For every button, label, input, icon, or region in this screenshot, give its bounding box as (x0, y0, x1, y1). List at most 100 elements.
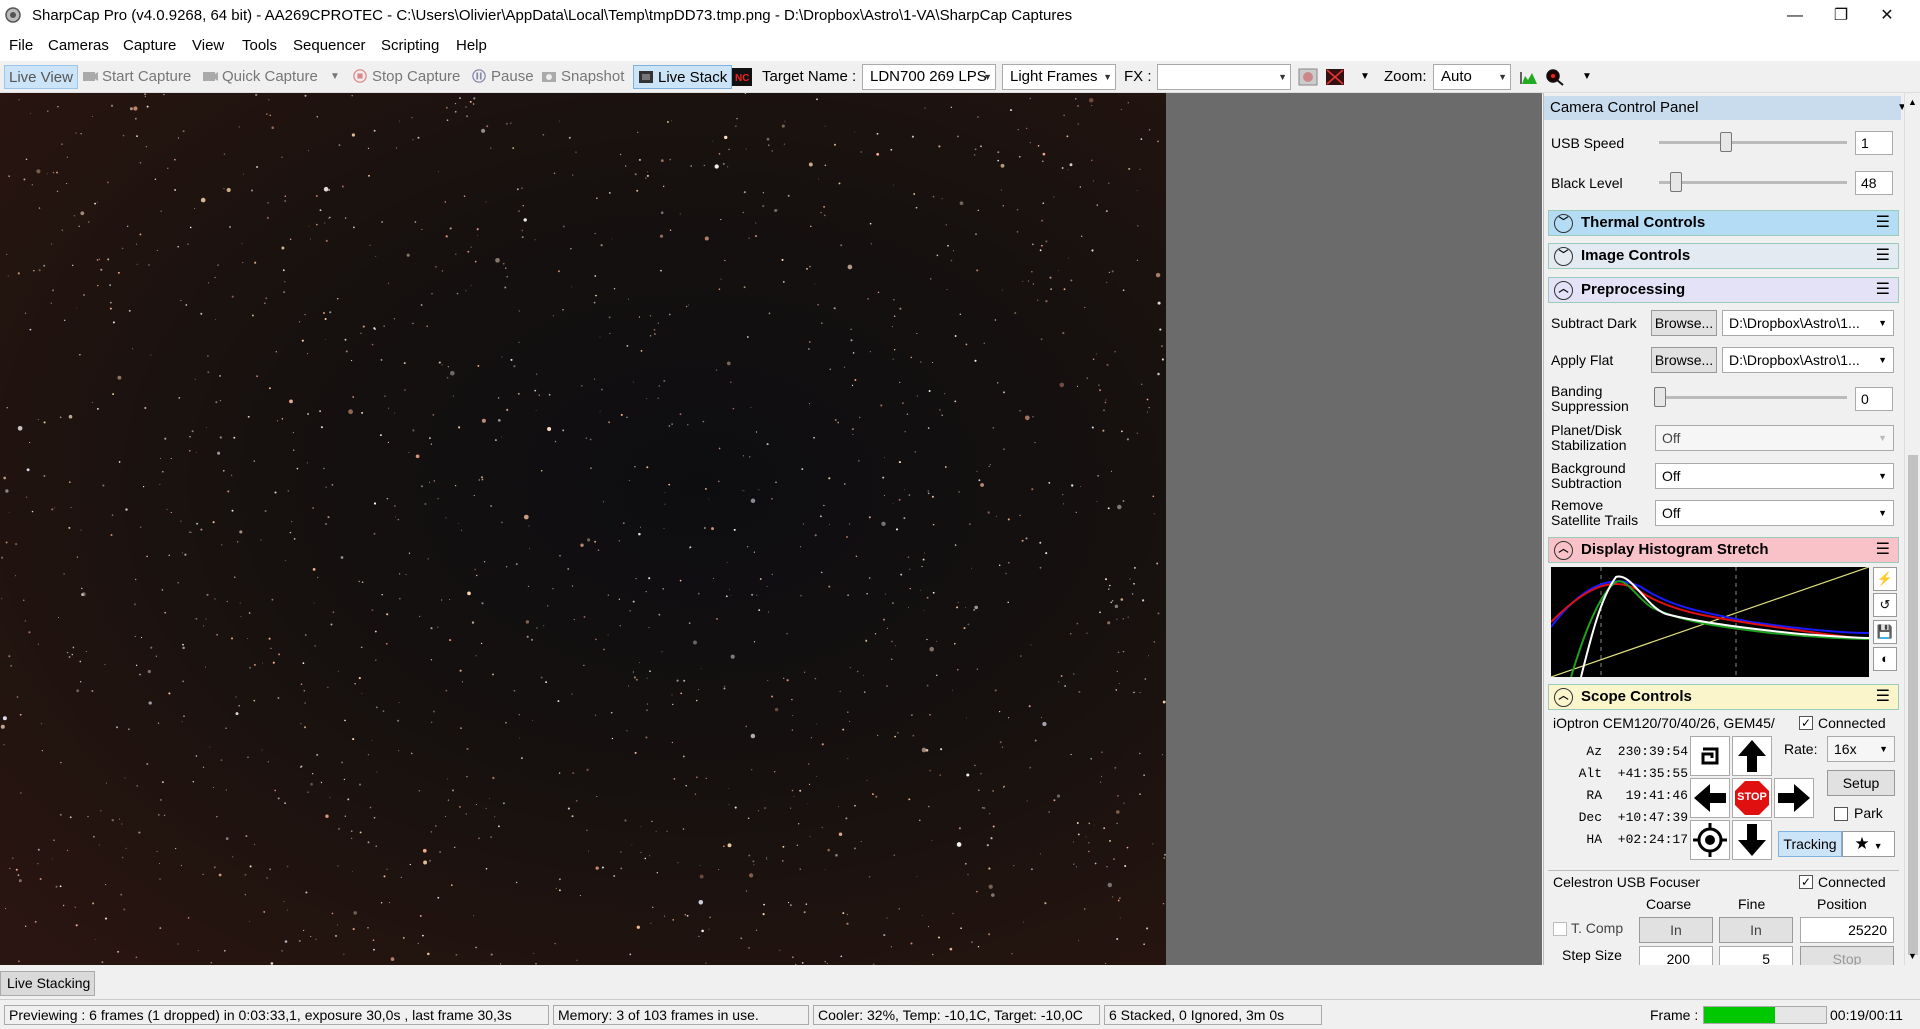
black-level-slider-thumb[interactable] (1670, 172, 1682, 192)
usb-speed-input[interactable]: 1 (1855, 131, 1893, 155)
zoom-magnifier-icon[interactable] (1545, 68, 1565, 86)
image-viewport[interactable] (0, 93, 1542, 965)
focuser-connected-checkbox[interactable]: ✓ (1799, 875, 1813, 889)
snapshot-button[interactable]: Snapshot (541, 65, 624, 89)
pause-button[interactable]: Pause (471, 65, 534, 89)
rate-select[interactable]: 16x ▼ (1827, 736, 1895, 762)
background-subtraction-select[interactable]: Off ▼ (1655, 463, 1894, 489)
menu-capture[interactable]: Capture (123, 37, 176, 54)
focuser-position-input[interactable]: 25220 (1800, 917, 1894, 943)
image-controls-header[interactable]: ﹀ Image Controls ☰ (1548, 243, 1899, 269)
banding-input[interactable]: 0 (1855, 387, 1893, 411)
histogram-stretch-header[interactable]: ︿ Display Histogram Stretch ☰ (1548, 537, 1899, 563)
menu-sequencer[interactable]: Sequencer (293, 37, 366, 54)
histogram-display[interactable] (1551, 567, 1869, 677)
subtract-dark-label: Subtract Dark (1551, 315, 1637, 331)
spiral-search-button[interactable] (1690, 736, 1730, 776)
chevron-down-icon: ▼ (1278, 72, 1287, 82)
menu-help[interactable]: Help (456, 37, 487, 54)
scroll-down-icon[interactable]: ▼ (1908, 951, 1917, 961)
spiral-icon (1701, 747, 1719, 765)
banding-slider-thumb[interactable] (1654, 387, 1666, 407)
menu-file[interactable]: File (9, 37, 33, 54)
live-stack-button[interactable]: Live Stack (633, 65, 733, 89)
preprocessing-header[interactable]: ︿ Preprocessing ☰ (1548, 277, 1899, 303)
scope-controls-header[interactable]: ︿ Scope Controls ☰ (1548, 684, 1899, 710)
stabilization-select[interactable]: Off ▼ (1655, 425, 1894, 451)
reset-stretch-icon[interactable]: ↺ (1873, 593, 1897, 617)
move-north-button[interactable] (1732, 736, 1772, 776)
focuser-stop-button[interactable]: Stop (1800, 946, 1894, 965)
subtract-dark-browse-button[interactable]: Browse... (1651, 310, 1717, 336)
hamburger-menu-icon[interactable]: ☰ (1876, 538, 1890, 562)
park-checkbox[interactable] (1834, 807, 1848, 821)
tracking-rate-select[interactable]: ★ ▼ (1842, 831, 1895, 857)
fine-in-button[interactable]: In (1719, 917, 1793, 943)
panel-scrollbar[interactable]: ▲ ▼ (1904, 93, 1920, 965)
reticle-grey-icon[interactable] (1298, 68, 1318, 86)
record-indicator-icon[interactable]: NC (732, 68, 752, 86)
quick-capture-button[interactable]: Quick Capture (202, 65, 318, 89)
menu-cameras[interactable]: Cameras (48, 37, 109, 54)
scroll-up-icon[interactable]: ▲ (1908, 97, 1917, 107)
temperature-compensation-checkbox[interactable] (1553, 922, 1567, 936)
contrast-icon[interactable]: ◐ (1873, 647, 1897, 671)
move-south-button[interactable] (1732, 820, 1772, 860)
tracking-toggle-button[interactable]: Tracking (1778, 831, 1842, 857)
move-west-button[interactable] (1690, 778, 1730, 818)
hamburger-menu-icon[interactable]: ☰ (1876, 244, 1890, 268)
tools-dropdown-icon[interactable]: ▼ (1360, 65, 1370, 89)
status-bar: Previewing : 6 frames (1 dropped) in 0:0… (0, 999, 1920, 1029)
hamburger-menu-icon[interactable]: ☰ (1876, 685, 1890, 709)
start-capture-button[interactable]: Start Capture (82, 65, 191, 89)
stabilization-label-line2: Stabilization (1551, 437, 1627, 453)
banding-slider-track[interactable] (1659, 396, 1847, 399)
frame-type-combo[interactable]: Light Frames ▼ (1002, 64, 1116, 90)
black-level-input[interactable]: 48 (1855, 171, 1893, 195)
mount-connected-checkbox[interactable]: ✓ (1799, 716, 1813, 730)
coord-value: +10:47:39 (1617, 810, 1688, 825)
hamburger-menu-icon[interactable]: ☰ (1876, 278, 1890, 302)
coarse-step-input[interactable]: 200 (1639, 946, 1713, 965)
coarse-in-button[interactable]: In (1639, 917, 1713, 943)
reticle-red-icon[interactable] (1325, 68, 1345, 86)
snapshot-label: Snapshot (561, 68, 625, 85)
maximize-button[interactable]: ❐ (1818, 0, 1864, 31)
scrollbar-thumb[interactable] (1908, 455, 1918, 955)
arrow-down-icon (1738, 824, 1766, 856)
star-field-image[interactable] (0, 93, 1166, 965)
live-stacking-tab[interactable]: Live Stacking (0, 971, 95, 996)
apply-flat-browse-button[interactable]: Browse... (1651, 347, 1717, 373)
usb-speed-slider-thumb[interactable] (1720, 132, 1732, 152)
menu-scripting[interactable]: Scripting (381, 37, 439, 54)
stop-capture-button[interactable]: Stop Capture (352, 65, 460, 89)
hamburger-menu-icon[interactable]: ☰ (1876, 211, 1890, 235)
preview-status: Previewing : 6 frames (1 dropped) in 0:0… (4, 1005, 549, 1025)
quick-capture-dropdown-icon[interactable]: ▼ (330, 65, 340, 89)
auto-stretch-lightning-icon[interactable]: ⚡ (1873, 567, 1897, 591)
fx-combo[interactable]: ▼ (1157, 64, 1291, 90)
coord-row: Alt +41:35:55 (1557, 763, 1688, 785)
target-name-combo[interactable]: LDN700 269 LPS ▼ (862, 64, 996, 90)
fine-step-input[interactable]: 5 (1719, 946, 1793, 965)
black-level-slider-track[interactable] (1659, 181, 1847, 184)
center-target-button[interactable] (1690, 820, 1730, 860)
zoom-tools-dropdown-icon[interactable]: ▼ (1582, 65, 1592, 89)
minimize-button[interactable]: — (1772, 0, 1818, 31)
save-stretch-icon[interactable]: 💾 (1873, 620, 1897, 644)
usb-speed-slider-track[interactable] (1659, 141, 1847, 144)
thermal-controls-header[interactable]: ﹀ Thermal Controls ☰ (1548, 210, 1899, 236)
satellite-trails-select[interactable]: Off ▼ (1655, 500, 1894, 526)
stop-slew-button[interactable]: STOP (1732, 778, 1772, 818)
menu-view[interactable]: View (192, 37, 224, 54)
move-east-button[interactable] (1774, 778, 1814, 818)
menu-tools[interactable]: Tools (242, 37, 277, 54)
subtract-dark-path-select[interactable]: D:\Dropbox\Astro\1... ▼ (1722, 310, 1894, 336)
scope-setup-button[interactable]: Setup (1827, 770, 1895, 796)
thermal-controls-title: Thermal Controls (1581, 214, 1706, 231)
histogram-icon[interactable] (1519, 68, 1539, 86)
close-button[interactable]: ✕ (1864, 0, 1910, 31)
live-view-button[interactable]: Live View (4, 65, 78, 89)
apply-flat-path-select[interactable]: D:\Dropbox\Astro\1... ▼ (1722, 347, 1894, 373)
zoom-combo[interactable]: Auto ▼ (1433, 64, 1511, 90)
